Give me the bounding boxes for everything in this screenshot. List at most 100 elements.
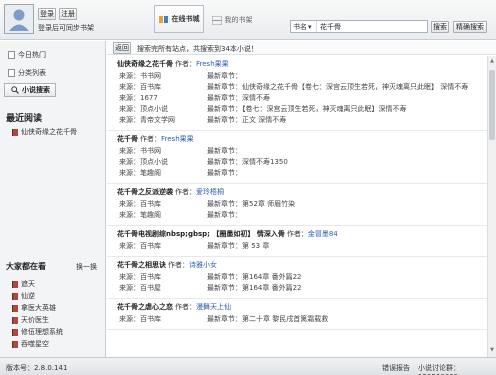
latest-chapter[interactable]: 最新章节：正文 深情不寿: [207, 115, 286, 126]
tab-my-bookshelf[interactable]: 我的书架: [207, 8, 257, 32]
latest-chapter[interactable]: 最新章节：第二十章 黎民戌首篱霜载救: [207, 314, 328, 325]
author-link[interactable]: Fresh果果: [196, 60, 229, 68]
author-link[interactable]: 诗雅小女: [189, 261, 217, 269]
latest-chapter-text[interactable]: 深情不寿1350: [242, 158, 288, 166]
source-site[interactable]: 青帝文学网: [140, 116, 175, 124]
latest-chapter-text[interactable]: 第164章 番外篇22: [242, 284, 302, 292]
author-label: 作者：: [168, 261, 189, 269]
book-title[interactable]: 花千骨之反派逆袭: [117, 188, 173, 196]
latest-chapter[interactable]: 最新章节：: [207, 71, 242, 82]
book-title[interactable]: 花千骨之相思诀: [117, 261, 166, 269]
error-report-link[interactable]: 错误报告: [382, 363, 410, 373]
back-button[interactable]: 返回: [113, 42, 131, 54]
recent-reading-item[interactable]: 仙侠奇缘之花千骨: [12, 127, 77, 137]
update-label: 最新章节：: [207, 211, 242, 219]
latest-chapter[interactable]: 最新章节：第52章 师眉竹染: [207, 199, 295, 210]
sidebar-item-today-hot[interactable]: 今日热门: [8, 49, 46, 61]
source-site[interactable]: 百书屋: [140, 284, 161, 292]
popular-item[interactable]: 仙逆: [12, 290, 63, 302]
source-row[interactable]: 来源：百书库 最新章节：第 53 章: [107, 241, 487, 252]
sidebar-item-label: 分类列表: [18, 69, 46, 77]
source-site[interactable]: 笔趣阁: [140, 211, 161, 219]
scrollbar-thumb[interactable]: [489, 70, 495, 140]
popular-item[interactable]: 遮天: [12, 278, 63, 290]
source-site[interactable]: 书书网: [140, 72, 161, 80]
source-site[interactable]: 百书库: [140, 315, 161, 323]
book-icon: [12, 328, 18, 336]
latest-chapter-text[interactable]: 【卷七：深宫云顶生若死，神灭魂离只此眠】深情不寿: [242, 105, 407, 113]
latest-chapter[interactable]: 最新章节：: [207, 146, 242, 157]
book-title[interactable]: 花千骨电视剧综nbsp;gbsp; 【圈墨如初】 情深入骨: [117, 230, 285, 238]
latest-chapter[interactable]: 最新章节：深情不寿1350: [207, 157, 288, 168]
source-row[interactable]: 来源：书书网 最新章节：: [107, 71, 487, 82]
book-title[interactable]: 花千骨: [117, 135, 138, 143]
popular-item[interactable]: 天价医生: [12, 314, 63, 326]
source-row[interactable]: 来源：百书屋 最新章节：第164章 番外篇22: [107, 283, 487, 294]
latest-chapter-text[interactable]: 第164章 番外篇22: [242, 273, 302, 281]
latest-chapter[interactable]: 最新章节：第 53 章: [207, 241, 269, 252]
source-site[interactable]: 百书库: [140, 200, 161, 208]
source-row[interactable]: 来源：顶点小说 最新章节：深情不寿1350: [107, 157, 487, 168]
refresh-link[interactable]: 换一换: [76, 262, 97, 272]
source-row[interactable]: 来源：百书库 最新章节：第164章 番外篇22: [107, 272, 487, 283]
latest-chapter[interactable]: 最新章节：【卷七：深宫云顶生若死，神灭魂离只此眠】深情不寿: [207, 104, 407, 115]
source-site[interactable]: 顶点小说: [140, 105, 168, 113]
latest-chapter-text[interactable]: 深情不寿: [242, 94, 270, 102]
source-label: 来源：: [119, 116, 140, 124]
source-site[interactable]: 1677: [140, 94, 158, 102]
source-row[interactable]: 来源：百书库 最新章节：第二十章 黎民戌首篱霜载救: [107, 314, 487, 325]
latest-chapter-text[interactable]: 第52章 师眉竹染: [242, 200, 295, 208]
source-row[interactable]: 来源：笔趣阁 最新章节：: [107, 210, 487, 221]
latest-chapter[interactable]: 最新章节：: [207, 210, 242, 221]
source-row[interactable]: 来源：百书库 最新章节：仙侠奇缘之花千骨【卷七：深宫云顶生若死，神灭魂离只此眠】 …: [107, 82, 487, 93]
latest-chapter-text[interactable]: 正文 深情不寿: [242, 116, 286, 124]
source-site[interactable]: 书书网: [140, 147, 161, 155]
source-row[interactable]: 来源：1677 最新章节：深情不寿: [107, 93, 487, 104]
latest-chapter-text[interactable]: 第二十章 黎民戌首篱霜载救: [242, 315, 328, 323]
source-site[interactable]: 百书库: [140, 83, 161, 91]
register-button[interactable]: 注册: [59, 8, 77, 20]
source-site[interactable]: 百书库: [140, 242, 161, 250]
latest-chapter[interactable]: 最新章节：仙侠奇缘之花千骨【卷七：深宫云顶生若死，神灭魂离只此眠】 深情不寿: [207, 82, 468, 93]
book-title[interactable]: 花千骨之虐心之恋: [117, 303, 173, 311]
exact-search-button[interactable]: 精确搜索: [453, 21, 487, 33]
author-link[interactable]: 漫舞天上仙: [196, 303, 231, 311]
book-result: 花千骨之虐心之恋 作者：漫舞天上仙 来源：百书库 最新章节：第二十章 黎民戌首篱霜载救: [107, 299, 487, 330]
source-row[interactable]: 来源：青帝文学网 最新章节：正文 深情不寿: [107, 115, 487, 126]
login-button[interactable]: 登录: [38, 8, 56, 20]
book-result: 花千骨之相思诀 作者：诗雅小女 来源：百书库 最新章节：第164章 番外篇22 来源：百…: [107, 257, 487, 299]
scroll-down-icon[interactable]: ▼: [489, 347, 495, 355]
latest-chapter[interactable]: 最新章节：第164章 番外篇22: [207, 272, 302, 283]
source-row[interactable]: 来源：顶点小说 最新章节：【卷七：深宫云顶生若死，神灭魂离只此眠】深情不寿: [107, 104, 487, 115]
latest-chapter-text[interactable]: 第 53 章: [242, 242, 269, 250]
popular-item[interactable]: 吞噬星空: [12, 338, 63, 350]
sidebar-item-category-list[interactable]: 分类列表: [8, 67, 46, 79]
author-link[interactable]: 爱玲梧桐: [196, 188, 224, 196]
sidebar-item-novel-search[interactable]: 小说搜索: [4, 83, 56, 97]
source-site[interactable]: 百书库: [140, 273, 161, 281]
author-link[interactable]: Fresh果果: [161, 135, 194, 143]
popular-item[interactable]: 拿医大英雄: [12, 302, 63, 314]
scroll-up-icon[interactable]: ▲: [489, 58, 495, 66]
search-button[interactable]: 搜索: [431, 21, 449, 33]
author-link[interactable]: 金冒墨84: [308, 230, 338, 238]
source-row[interactable]: 来源：百书库 最新章节：第52章 师眉竹染: [107, 199, 487, 210]
source-row[interactable]: 来源：笔趣阁 最新章节：: [107, 168, 487, 179]
source-site[interactable]: 笔趣阁: [140, 169, 161, 177]
avatar[interactable]: [4, 4, 34, 34]
source-site[interactable]: 顶点小说: [140, 158, 168, 166]
search-input[interactable]: 花千骨: [317, 22, 341, 32]
source-row[interactable]: 来源：书书网 最新章节：: [107, 146, 487, 157]
popular-item[interactable]: 修伍理想系统: [12, 326, 63, 338]
scrollbar[interactable]: ▲ ▼: [487, 56, 496, 357]
latest-chapter-text[interactable]: 仙侠奇缘之花千骨【卷七：深宫云顶生若死，神灭魂离只此眠】 深情不寿: [242, 83, 468, 91]
version-label: 版本号：2.8.0.141: [6, 364, 68, 372]
latest-chapter[interactable]: 最新章节：深情不寿: [207, 93, 270, 104]
latest-chapter[interactable]: 最新章节：: [207, 168, 242, 179]
main-panel: 返回 搜索完所有站点，共搜索到34本小说！ 仙侠奇缘之花千骨 作者：Fresh果果…: [107, 41, 496, 357]
tab-online-bookstore[interactable]: 在线书城: [154, 5, 204, 33]
book-title[interactable]: 仙侠奇缘之花千骨: [117, 60, 173, 68]
latest-chapter[interactable]: 最新章节：第164章 番外篇22: [207, 283, 302, 294]
update-label: 最新章节：: [207, 83, 242, 91]
search-type-select[interactable]: 书名 ▾: [291, 21, 317, 32]
